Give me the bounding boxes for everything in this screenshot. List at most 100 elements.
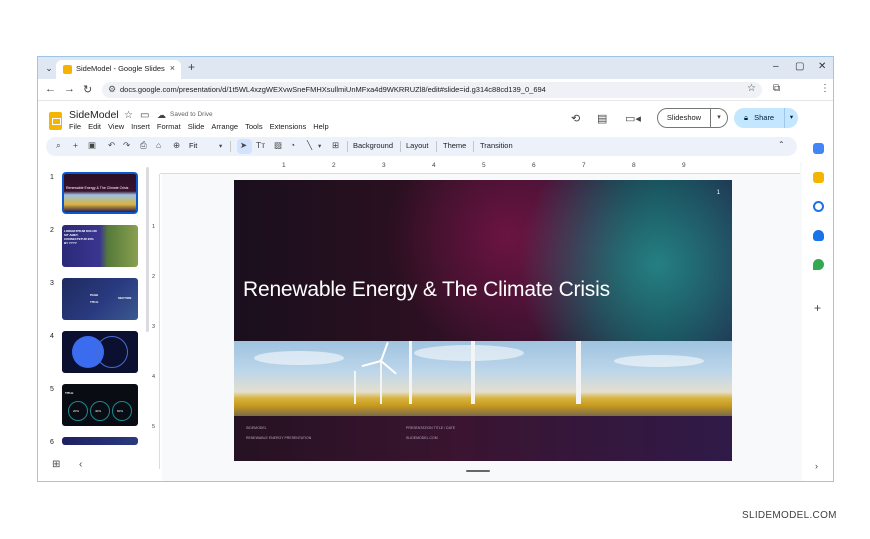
share-dropdown-icon[interactable]: ▾ [784, 108, 798, 128]
paint-format-icon[interactable]: ⌂ [156, 140, 161, 150]
collapse-filmstrip-icon[interactable]: ‹ [79, 459, 82, 470]
zoom-select[interactable]: Fit [189, 141, 197, 150]
maps-icon[interactable] [813, 259, 824, 270]
reload-icon[interactable]: ↻ [83, 83, 92, 96]
menu-view[interactable]: View [108, 122, 124, 132]
thumb-text: SECTION [118, 296, 132, 300]
ruler-number: 8 [632, 162, 636, 169]
select-cursor-icon[interactable]: ➤ [240, 140, 247, 151]
shape-icon[interactable]: ◔ [290, 140, 295, 150]
footer-text: RENEWABLE ENERGY PRESENTATION [246, 436, 312, 440]
redo-icon[interactable]: ↷ [123, 140, 130, 151]
back-icon[interactable]: ← [45, 83, 56, 95]
thumb-text: LOREM IPSUM DOLOR SIT AMET, CONSECTETUR … [64, 229, 97, 245]
comment-add-icon[interactable]: ⊞ [332, 140, 339, 151]
turbine-pole [354, 371, 356, 404]
meet-camera-icon[interactable]: ▭◂ [625, 112, 641, 125]
new-slide-icon[interactable]: + [73, 140, 78, 150]
browser-tab[interactable]: SideModel - Google Slides × [56, 60, 181, 79]
print-icon[interactable]: ⎙ [140, 140, 147, 151]
keep-icon[interactable] [813, 172, 824, 183]
search-menus-icon[interactable]: ⌕ [56, 140, 61, 151]
slide-thumbnail-6[interactable] [62, 437, 138, 445]
ruler-number: 7 [582, 162, 586, 169]
ruler-number: 2 [152, 274, 156, 280]
turbine-pole [380, 359, 382, 404]
slide-thumbnail-4[interactable] [62, 331, 138, 373]
line-icon[interactable]: ╲ [307, 140, 312, 151]
menu-arrange[interactable]: Arrange [211, 122, 238, 132]
close-window-button[interactable]: ✕ [818, 61, 826, 72]
menu-tools[interactable]: Tools [245, 122, 263, 132]
site-info-icon[interactable]: ⚙ [108, 84, 116, 95]
menu-bar: File Edit View Insert Format Slide Arran… [69, 122, 329, 132]
background-button[interactable]: Background [353, 141, 393, 150]
slide-title[interactable]: Renewable Energy & The Climate Crisis [243, 278, 610, 302]
forward-icon[interactable]: → [64, 83, 75, 95]
zoom-icon[interactable]: ⊕ [173, 140, 180, 151]
star-icon[interactable]: ☆ [124, 110, 133, 121]
slide-thumbnail-1[interactable]: Renewable Energy & The Climate Crisis [62, 172, 138, 214]
contacts-icon[interactable] [813, 230, 824, 241]
slides-logo-icon[interactable] [49, 112, 62, 130]
insert-image-icon[interactable]: ▨ [274, 140, 282, 151]
document-title[interactable]: SideModel [69, 109, 119, 121]
comments-icon[interactable]: ▤ [597, 112, 607, 125]
undo-icon[interactable]: ↶ [108, 140, 115, 151]
url-text: docs.google.com/presentation/d/1t5WL4xzg… [120, 85, 546, 94]
share-button[interactable]: 🔒︎ Share [734, 108, 784, 128]
minimize-button[interactable]: – [773, 61, 779, 72]
horizontal-ruler: 1 2 3 4 5 6 7 8 9 [160, 162, 800, 174]
move-folder-icon[interactable]: ▭ [140, 110, 149, 121]
transition-button[interactable]: Transition [480, 141, 513, 150]
zoom-dropdown-icon[interactable]: ▾ [219, 142, 222, 150]
maximize-button[interactable]: ▢ [795, 61, 804, 72]
calendar-icon[interactable] [813, 143, 824, 154]
toolbar-divider [230, 141, 231, 152]
collapse-toolbar-icon[interactable]: ⌃ [778, 140, 785, 149]
menu-help[interactable]: Help [313, 122, 328, 132]
version-history-icon[interactable]: ⟲ [571, 112, 580, 125]
menu-insert[interactable]: Insert [131, 122, 150, 132]
new-slide-layout-icon[interactable]: ▣ [88, 140, 96, 151]
new-tab-button[interactable]: + [188, 60, 195, 74]
show-side-panel-icon[interactable]: › [815, 461, 818, 471]
slideshow-dropdown-icon[interactable]: ▾ [711, 108, 728, 128]
line-dropdown-icon[interactable]: ▾ [318, 142, 321, 150]
slide-thumbnail-2[interactable]: LOREM IPSUM DOLOR SIT AMET, CONSECTETUR … [62, 225, 138, 267]
text-box-icon[interactable]: Tт [256, 140, 265, 150]
bookmark-star-icon[interactable]: ☆ [747, 83, 756, 94]
ruler-number: 3 [382, 162, 386, 169]
tab-search-icon[interactable]: ⌄ [42, 61, 56, 75]
turbine-blade [380, 341, 389, 362]
tasks-icon[interactable] [813, 201, 824, 212]
url-field[interactable]: ⚙ docs.google.com/presentation/d/1t5WL4x… [102, 82, 762, 98]
main-toolbar: ⌕ + ▣ ↶ ↷ ⎙ ⌂ ⊕ Fit ▾ ➤ Tт ▨ ◔ ╲ ▾ ⊞ Bac… [46, 137, 797, 156]
menu-extensions[interactable]: Extensions [270, 122, 307, 132]
ruler-number: 4 [432, 162, 436, 169]
layout-button[interactable]: Layout [406, 141, 429, 150]
current-slide[interactable]: 1 Renewable Energy & The Climate Crisis … [234, 180, 732, 461]
theme-button[interactable]: Theme [443, 141, 466, 150]
slide-thumbnail-3[interactable]: PAGE TITLE SECTION [62, 278, 138, 320]
menu-format[interactable]: Format [157, 122, 181, 132]
slide-thumbnail-5[interactable]: TITLE 20% 40% 60% [62, 384, 138, 426]
ruler-number: 1 [152, 224, 156, 230]
grid-view-icon[interactable]: ⊞ [52, 459, 60, 470]
footer-text: SLIDEMODEL.COM [406, 436, 438, 440]
slide-number: 3 [50, 280, 54, 287]
browser-menu-icon[interactable]: ⋮ [820, 83, 830, 94]
slideshow-button[interactable]: Slideshow [657, 108, 711, 128]
menu-file[interactable]: File [69, 122, 81, 132]
filmstrip-scrollbar[interactable] [146, 167, 149, 332]
menu-slide[interactable]: Slide [188, 122, 205, 132]
add-on-plus-icon[interactable]: + [814, 301, 821, 315]
wind-turbine-photo[interactable] [234, 341, 732, 416]
tab-close-icon[interactable]: × [170, 63, 175, 73]
thumb-text: TITLE [65, 391, 74, 395]
extensions-icon[interactable]: ⧉ [773, 83, 780, 94]
thumb-text: PAGE TITLE [90, 293, 99, 304]
thumb-value: 40% [95, 409, 102, 413]
menu-edit[interactable]: Edit [88, 122, 101, 132]
speaker-notes-handle[interactable] [466, 470, 490, 472]
